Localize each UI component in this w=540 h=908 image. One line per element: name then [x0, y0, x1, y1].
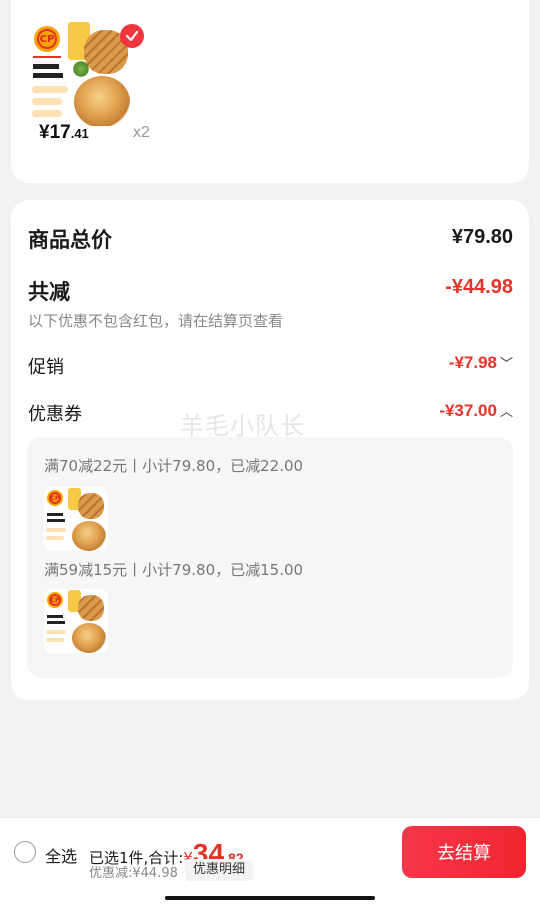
coupon-product-thumbnail: CP	[44, 589, 108, 653]
product-thumbnail[interactable]: CP	[28, 20, 134, 126]
checkout-button[interactable]: 去结算	[402, 826, 526, 878]
coupon-line: 满70减22元丨小计79.80，已减22.00	[44, 457, 304, 475]
product-quantity: x2	[133, 124, 150, 141]
promo-row[interactable]: -¥7.98 ﹀	[449, 353, 513, 373]
chevron-up-icon: ︿	[499, 404, 513, 419]
coupon-product-thumbnail: CP	[44, 487, 108, 551]
select-all-radio[interactable]	[14, 841, 36, 863]
promo-value: -¥7.98	[448, 353, 497, 372]
total-price-value: ¥79.80	[451, 226, 513, 248]
discount-detail-button[interactable]: 优惠明细	[185, 859, 254, 881]
home-indicator[interactable]	[165, 896, 375, 900]
watermark: 羊毛小队长	[180, 412, 305, 440]
select-all-label[interactable]: 全选	[45, 843, 77, 867]
product-card: CP ¥17.41 x2	[11, 0, 529, 183]
price-summary-card: 商品总价 ¥79.80 共减 -¥44.98 以下优惠不包含红包，请在结算页查看…	[11, 200, 529, 700]
coupon-value: -¥37.00	[439, 401, 497, 420]
coupon-detail-box: 满70减22元丨小计79.80，已减22.00 CP 满59减15元丨小计79.…	[27, 437, 513, 678]
brand-logo-icon: CP	[34, 26, 60, 52]
chevron-down-icon: ﹀	[499, 356, 513, 371]
saved-amount: 优惠减:¥44.98	[89, 866, 178, 881]
coupon-row[interactable]: -¥37.00 ︿	[439, 401, 513, 421]
total-reduce-value: -¥44.98	[445, 276, 513, 298]
brand-logo-icon: CP	[47, 490, 63, 506]
coupon-label: 优惠券	[28, 404, 82, 425]
product-price: ¥17.41	[39, 122, 89, 143]
checkout-bar: 全选 已选1件,合计:¥34.82 优惠减:¥44.98 优惠明细 去结算	[0, 817, 540, 908]
selected-check-icon[interactable]	[120, 24, 144, 48]
coupon-line: 满59减15元丨小计79.80，已减15.00	[44, 561, 304, 579]
brand-logo-icon: CP	[47, 592, 63, 608]
discount-note: 以下优惠不包含红包，请在结算页查看	[28, 312, 284, 330]
total-price-label: 商品总价	[28, 228, 112, 252]
total-reduce-label: 共减	[28, 280, 70, 304]
promo-label: 促销	[28, 357, 64, 378]
